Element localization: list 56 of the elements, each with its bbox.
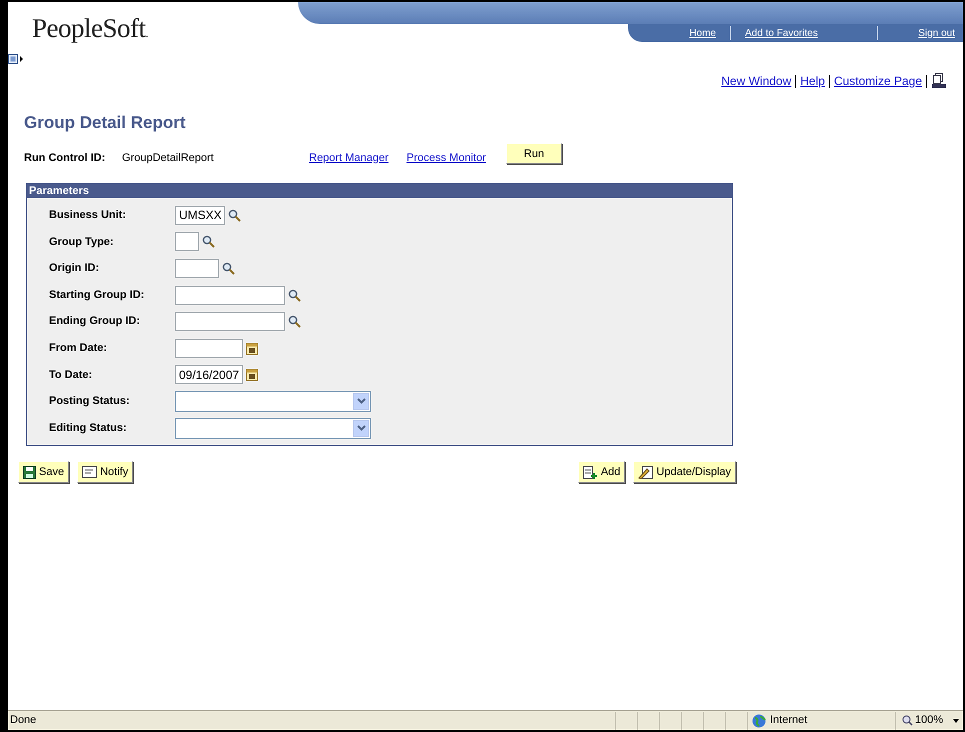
search-icon[interactable]: [202, 235, 215, 248]
field-label: Editing Status:: [49, 420, 128, 436]
toolbar-link[interactable]: New Window: [721, 72, 792, 90]
field-label: Origin ID:: [49, 261, 100, 276]
calendar-icon[interactable]: [246, 342, 258, 355]
input-field[interactable]: [175, 286, 285, 305]
field-label: Business Unit:: [49, 208, 128, 224]
input-field[interactable]: 09/16/2007: [175, 365, 243, 384]
search-icon[interactable]: [288, 288, 301, 302]
zoom-icon: [902, 715, 913, 726]
floppy-icon: [23, 466, 36, 479]
zone-text: Internet: [770, 713, 808, 728]
search-icon[interactable]: [222, 262, 235, 275]
panel-header: Parameters: [27, 184, 732, 198]
search-icon[interactable]: [288, 315, 301, 328]
dropdown-field[interactable]: [175, 390, 371, 412]
menu-toggle-icon[interactable]: [8, 53, 24, 65]
run-control-value: GroupDetailReport: [122, 150, 215, 166]
update-button[interactable]: Update/Display: [633, 461, 736, 484]
chevron-icon: [353, 420, 369, 437]
pencil-page-icon: [638, 466, 654, 479]
field-label: Ending Group ID:: [49, 314, 142, 330]
search-icon[interactable]: [228, 208, 241, 222]
status-text: Done: [9, 713, 38, 728]
input-field[interactable]: [175, 312, 285, 332]
calendar-icon[interactable]: [246, 368, 258, 382]
process-link[interactable]: Report Manager: [309, 150, 388, 166]
nav-link[interactable]: Home: [628, 26, 730, 40]
save-button[interactable]: Save: [18, 461, 70, 484]
add-page-icon: [582, 466, 598, 479]
notify-button[interactable]: Notify: [77, 461, 134, 484]
nav-link[interactable]: Add to Favorites: [731, 26, 877, 40]
field-label: Starting Group ID:: [49, 288, 146, 303]
dropdown-field[interactable]: [175, 418, 371, 439]
input-field[interactable]: [175, 232, 199, 252]
toolbar-link[interactable]: Help: [800, 72, 825, 90]
logo: PeopleSoft.: [32, 13, 148, 43]
chevron-icon: [353, 392, 369, 410]
field-label: From Date:: [49, 341, 108, 356]
zoom-level[interactable]: 100%: [915, 712, 944, 729]
field-label: Posting Status:: [49, 394, 131, 410]
field-label: To Date:: [49, 368, 94, 383]
input-field[interactable]: [175, 258, 219, 278]
add-button[interactable]: Add: [578, 461, 626, 484]
run-control-label: Run Control ID:: [24, 150, 106, 166]
globe-icon: [752, 714, 766, 728]
field-label: Group Type:: [49, 234, 115, 250]
input-field[interactable]: [175, 338, 243, 358]
nav-link[interactable]: Sign out: [878, 26, 963, 40]
run-button[interactable]: Run: [506, 143, 562, 164]
process-link[interactable]: Process Monitor: [406, 150, 486, 166]
toolbar-link[interactable]: Customize Page: [834, 72, 922, 90]
http-page-icon[interactable]: [931, 73, 947, 89]
note-icon: [82, 466, 98, 478]
page-title: Group Detail Report: [24, 112, 187, 134]
caret-icon[interactable]: [953, 718, 960, 722]
